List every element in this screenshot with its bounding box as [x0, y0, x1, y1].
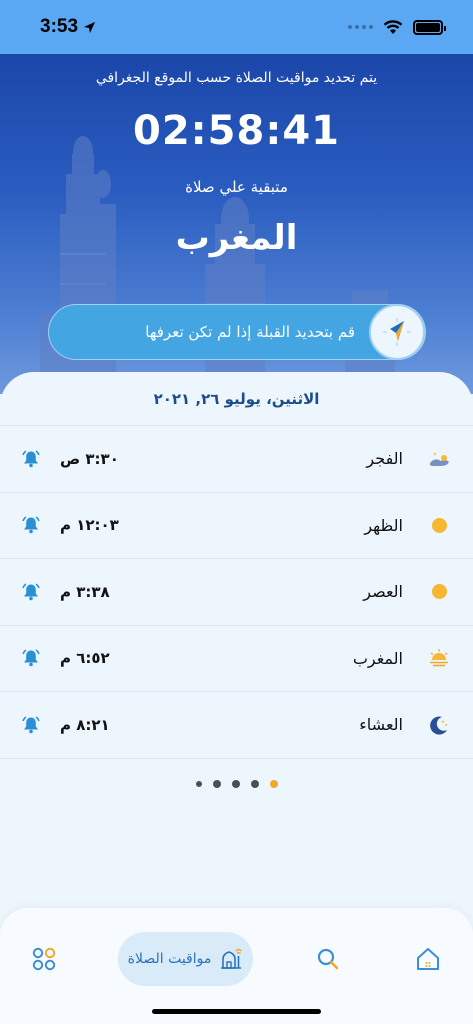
prayer-time: ١٢:٠٣ م: [60, 516, 119, 535]
search-icon: [317, 948, 339, 970]
status-bar: 3:53: [0, 0, 473, 54]
location-arrow-icon: [83, 21, 96, 33]
battery-icon: [413, 19, 446, 35]
qibla-button-label: قم بتحديد القبلة إذا لم تكن تعرفها: [145, 323, 355, 341]
prayer-row-maghrib[interactable]: ٦:٥٢ م المغرب: [0, 626, 473, 692]
page-dot[interactable]: [250, 780, 259, 788]
wifi-icon: [383, 19, 403, 34]
prayer-time: ٣:٣٠ ص: [60, 449, 119, 468]
compass-icon: [369, 304, 425, 360]
prayer-time: ٦:٥٢ م: [60, 649, 110, 668]
bell-icon[interactable]: [22, 450, 40, 468]
prayer-name: الفجر: [366, 449, 403, 469]
page-dot[interactable]: [212, 780, 221, 788]
nav-more-button[interactable]: [22, 932, 66, 986]
cellular-signal-icon: [348, 25, 373, 29]
bell-icon[interactable]: [22, 649, 40, 667]
bell-icon[interactable]: [22, 516, 40, 534]
countdown-timer: 02:58:41: [133, 108, 340, 154]
crescent-moon-icon: [427, 713, 451, 737]
page-dot[interactable]: [195, 781, 202, 787]
prayer-name: المغرب: [352, 648, 403, 668]
remaining-label: متبقية علي صلاة: [185, 178, 288, 196]
prayer-list: ٣:٣٠ ص الفجر ١٢:٠٣ م الظهر ٣:٣٨ م العصر …: [0, 426, 473, 759]
sun-icon: [427, 580, 451, 604]
hero-section: يتم تحديد مواقيت الصلاة حسب الموقع الجغر…: [0, 54, 473, 394]
page-indicator[interactable]: [0, 780, 473, 788]
bottom-navigation: مواقيت الصلاة: [0, 908, 473, 1024]
nav-prayer-times-button[interactable]: مواقيت الصلاة: [118, 932, 253, 986]
location-note: يتم تحديد مواقيت الصلاة حسب الموقع الجغر…: [95, 70, 378, 86]
prayer-name: العشاء: [359, 715, 403, 735]
qibla-button[interactable]: قم بتحديد القبلة إذا لم تكن تعرفها: [48, 304, 426, 360]
prayer-time: ٣:٣٨ م: [60, 582, 110, 601]
status-time: 3:53: [40, 16, 96, 38]
prayer-name: الظهر: [364, 515, 403, 535]
nav-search-button[interactable]: [306, 932, 350, 986]
next-prayer-name: المغرب: [175, 218, 298, 258]
mosque-icon: [221, 948, 243, 969]
grid-icon: [32, 947, 56, 971]
prayer-time: ٨:٢١ م: [60, 715, 110, 734]
status-indicators: [348, 19, 446, 35]
page-dot[interactable]: [231, 780, 240, 788]
status-time-text: 3:53: [40, 16, 79, 37]
prayer-row-isha[interactable]: ٨:٢١ م العشاء: [0, 692, 473, 759]
sun-icon: [427, 513, 451, 537]
current-date: الاثنين، يوليو ٢٦, ٢٠٢١: [0, 372, 473, 426]
home-indicator: [152, 1009, 321, 1014]
nav-prayer-times-label: مواقيت الصلاة: [127, 951, 212, 967]
prayer-row-fajr[interactable]: ٣:٣٠ ص الفجر: [0, 426, 473, 493]
nav-home-button[interactable]: [406, 932, 450, 986]
bell-icon[interactable]: [22, 583, 40, 601]
page-dot-active[interactable]: [269, 780, 278, 788]
moon-stars-icon: [427, 447, 451, 471]
bell-icon[interactable]: [22, 716, 40, 734]
prayer-name: العصر: [363, 582, 403, 602]
prayer-row-asr[interactable]: ٣:٣٨ م العصر: [0, 559, 473, 626]
home-icon: [417, 948, 439, 970]
sunset-icon: [427, 646, 451, 670]
prayer-row-dhuhr[interactable]: ١٢:٠٣ م الظهر: [0, 493, 473, 559]
